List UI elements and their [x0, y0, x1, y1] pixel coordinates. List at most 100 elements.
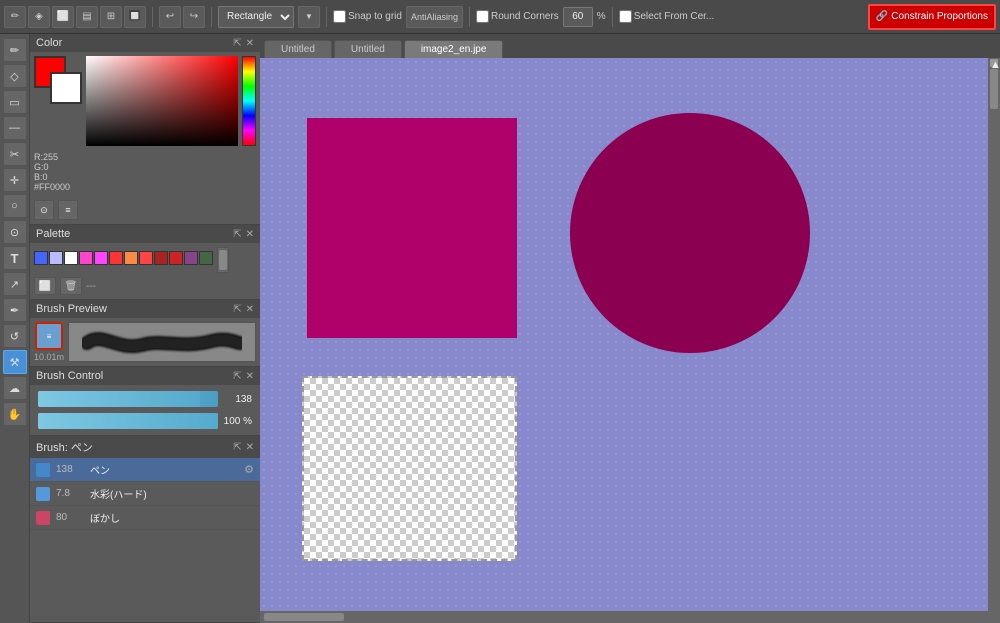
canvas-viewport[interactable]: ▲	[260, 58, 1000, 623]
palette-color-5[interactable]	[94, 251, 108, 265]
tool-view-btn[interactable]: 🔲	[124, 6, 146, 28]
round-corners-checkbox[interactable]	[476, 10, 489, 23]
tool-text[interactable]: T	[3, 246, 27, 270]
color-sliders-btn[interactable]: ≡	[58, 200, 78, 220]
tool-cut[interactable]: ✂	[3, 142, 27, 166]
brush-preview-icon-btn[interactable]: ≡	[35, 322, 63, 350]
canvas-scrollbar-v[interactable]: ▲	[988, 58, 1000, 623]
canvas-bg	[260, 58, 988, 611]
palette-delete-btn[interactable]: 🗑	[60, 277, 82, 295]
tool-arrow[interactable]: ↗	[3, 272, 27, 296]
tool-line[interactable]: —	[3, 116, 27, 140]
palette-color-4[interactable]	[79, 251, 93, 265]
dark-circle[interactable]	[570, 113, 810, 353]
tab-3[interactable]: image2_en.jpe	[404, 40, 504, 58]
palette-panel-icons: ⇱ ✕	[233, 229, 254, 240]
brush-name-2: 水彩(ハード)	[90, 486, 147, 501]
canvas-scrollbar-h[interactable]	[260, 611, 988, 623]
brush-opacity-row: 100 %	[38, 413, 252, 429]
tool-select-btn[interactable]: ◈	[28, 6, 50, 28]
tool-pencil[interactable]: ✏	[3, 38, 27, 62]
tool-grid-btn[interactable]: ⊞	[100, 6, 122, 28]
sep-1	[152, 7, 153, 27]
tools-panel: ✏ ◇ ▭ — ✂ ✛ ○ ⊙ T ↗ ✒ ↺ ⚒ ☁ ✋	[0, 34, 30, 623]
brush-item-1[interactable]: 138 ペン ⚙	[30, 458, 260, 482]
sep-4	[469, 7, 470, 27]
sep-2	[211, 7, 212, 27]
round-corners-label[interactable]: Round Corners	[476, 10, 559, 23]
brush-control-close[interactable]: ✕	[246, 371, 254, 382]
tool-rect[interactable]: ▭	[3, 90, 27, 114]
palette-color-1[interactable]	[34, 251, 48, 265]
magenta-rect[interactable]	[307, 118, 517, 338]
tool-pencil-btn[interactable]: ✏	[4, 6, 26, 28]
brush-opacity-slider[interactable]	[38, 413, 218, 429]
palette-color-6[interactable]	[109, 251, 123, 265]
brush-preview-close[interactable]: ✕	[246, 304, 254, 315]
color-panel-expand[interactable]: ⇱	[233, 38, 241, 49]
antialias-icon[interactable]: AntiAliasing	[406, 6, 463, 28]
scroll-up-arrow[interactable]: ▲	[990, 59, 998, 67]
palette-color-11[interactable]	[184, 251, 198, 265]
snap-to-grid-label[interactable]: Snap to grid	[333, 10, 402, 23]
shape-select[interactable]: Rectangle	[218, 6, 294, 28]
palette-panel-title: Palette	[36, 228, 70, 240]
brush-list-close[interactable]: ✕	[246, 442, 254, 453]
tab-1[interactable]: Untitled	[264, 40, 332, 58]
brush-item-2[interactable]: 7.8 水彩(ハード)	[30, 482, 260, 506]
brush-stroke-preview	[68, 322, 256, 362]
palette-copy-btn[interactable]: ⬜	[34, 277, 56, 295]
hue-slider[interactable]	[242, 56, 256, 146]
palette-colors-grid	[34, 251, 213, 265]
brush-list-header: Brush: ペン ⇱ ✕	[30, 436, 260, 458]
palette-color-9[interactable]	[154, 251, 168, 265]
palette-color-8[interactable]	[139, 251, 153, 265]
palette-scroll[interactable]	[217, 247, 229, 273]
palette-scroll-thumb[interactable]	[219, 250, 227, 270]
brush-list-icons: ⇱ ✕	[233, 442, 254, 453]
tool-move[interactable]: ✛	[3, 168, 27, 192]
palette-color-3[interactable]	[64, 251, 78, 265]
tool-eraser[interactable]: ○	[3, 194, 27, 218]
shape-dropdown-btn[interactable]: ▼	[298, 6, 320, 28]
tool-hand[interactable]: ✋	[3, 402, 27, 426]
brush-preview-body: ≡ 10.01m	[30, 318, 260, 366]
scroll-h-thumb[interactable]	[264, 613, 344, 621]
color-picker-btn[interactable]: ⊙	[34, 200, 54, 220]
brush-preview-expand[interactable]: ⇱	[233, 304, 241, 315]
palette-color-7[interactable]	[124, 251, 138, 265]
scroll-v-thumb[interactable]	[990, 69, 998, 109]
select-from-checkbox[interactable]	[619, 10, 632, 23]
palette-color-12[interactable]	[199, 251, 213, 265]
color-gradient-picker[interactable]	[86, 56, 238, 146]
round-value-input[interactable]	[563, 7, 593, 27]
tool-diamond[interactable]: ◇	[3, 64, 27, 88]
tab-2[interactable]: Untitled	[334, 40, 402, 58]
palette-color-10[interactable]	[169, 251, 183, 265]
brush-size-slider[interactable]	[38, 391, 218, 407]
color-panel-close[interactable]: ✕	[246, 38, 254, 49]
palette-expand[interactable]: ⇱	[233, 229, 241, 240]
tool-fill[interactable]: ⊙	[3, 220, 27, 244]
tool-brush[interactable]: ⚒	[3, 350, 27, 374]
constrain-proportions-btn[interactable]: 🔗 Constrain Proportions	[868, 4, 996, 30]
palette-close[interactable]: ✕	[246, 229, 254, 240]
redo-btn[interactable]: ↪	[183, 6, 205, 28]
brush-settings-1[interactable]: ⚙	[244, 463, 254, 476]
palette-color-2[interactable]	[49, 251, 63, 265]
brush-list-expand[interactable]: ⇱	[233, 442, 241, 453]
gradient-box[interactable]	[86, 56, 238, 146]
snap-to-grid-checkbox[interactable]	[333, 10, 346, 23]
tool-smudge[interactable]: ☁	[3, 376, 27, 400]
tool-layer-btn[interactable]: ▤	[76, 6, 98, 28]
tool-pen[interactable]: ✒	[3, 298, 27, 322]
brush-control-expand[interactable]: ⇱	[233, 371, 241, 382]
selection-rect[interactable]	[302, 376, 517, 561]
brush-item-3[interactable]: 80 ぼかし	[30, 506, 260, 530]
background-swatch[interactable]	[50, 72, 82, 104]
tool-stamp-btn[interactable]: ⬜	[52, 6, 74, 28]
select-from-label[interactable]: Select From Cer...	[619, 10, 715, 23]
canvas-area: Untitled Untitled image2_en.jpe ▲	[260, 34, 1000, 623]
tool-rotate[interactable]: ↺	[3, 324, 27, 348]
undo-btn[interactable]: ↩	[159, 6, 181, 28]
